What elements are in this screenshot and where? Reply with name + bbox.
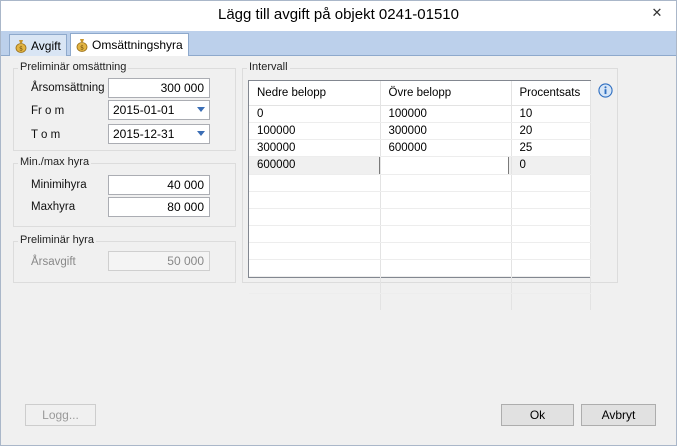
table-cell[interactable]: 0	[511, 156, 591, 175]
tab-avgift-label: Avgift	[31, 38, 61, 53]
maxhyra-label: Maxhyra	[31, 201, 76, 213]
ok-button[interactable]: Ok	[501, 404, 574, 426]
table-row-selected[interactable]: 600000 0	[249, 155, 591, 175]
table-cell[interactable]: 20	[511, 122, 591, 140]
intervall-grid[interactable]: Nedre belopp Övre belopp Procentsats 0 1…	[248, 80, 591, 310]
table-cell[interactable]: 600000	[249, 156, 381, 175]
group-preliminar-hyra-legend: Preliminär hyra	[18, 234, 96, 246]
chevron-down-icon	[197, 107, 205, 112]
money-bag-icon: $	[75, 38, 89, 52]
title-bar: Lägg till avgift på objekt 0241-01510 ✕	[1, 1, 676, 31]
info-icon[interactable]	[598, 83, 613, 98]
table-row-empty[interactable]	[249, 208, 591, 226]
table-row-empty[interactable]	[249, 259, 591, 277]
money-bag-icon: $	[14, 39, 28, 53]
arsavgift-field: 50 000	[108, 251, 210, 271]
close-button[interactable]: ✕	[642, 2, 672, 24]
table-cell[interactable]: 100000	[380, 105, 512, 123]
table-row[interactable]: 0 100000 10	[249, 105, 591, 123]
table-row-empty[interactable]	[249, 242, 591, 260]
from-label: Fr o m	[31, 105, 65, 117]
minimihyra-field[interactable]: 40 000	[108, 175, 210, 195]
chevron-down-icon	[197, 131, 205, 136]
column-header[interactable]: Övre belopp	[380, 81, 512, 106]
table-row-empty[interactable]	[249, 174, 591, 192]
window-title: Lägg till avgift på objekt 0241-01510	[217, 6, 459, 23]
table-row-empty[interactable]	[249, 191, 591, 209]
tom-label: T o m	[31, 129, 61, 141]
table-cell[interactable]: 600000	[380, 139, 512, 157]
minimihyra-label: Minimihyra	[31, 179, 87, 191]
dialog-window: Lägg till avgift på objekt 0241-01510 ✕ …	[0, 0, 677, 446]
group-intervall-legend: Intervall	[247, 61, 290, 73]
table-row[interactable]: 300000 600000 25	[249, 139, 591, 157]
table-row[interactable]: 100000 300000 20	[249, 122, 591, 140]
table-cell-editor[interactable]	[378, 155, 512, 175]
intervall-table: Nedre belopp Övre belopp Procentsats 0 1…	[249, 81, 591, 310]
arsomsattning-field[interactable]: 300 000	[108, 78, 210, 98]
svg-text:$: $	[19, 45, 23, 52]
tom-date-value: 2015-12-31	[113, 127, 175, 141]
maxhyra-field[interactable]: 80 000	[108, 197, 210, 217]
group-minmax-hyra: Min./max hyra	[13, 156, 236, 227]
tab-strip: $ Avgift $ Omsättningshyra	[1, 31, 676, 56]
arsavgift-label: Årsavgift	[31, 256, 76, 268]
group-minmax-legend: Min./max hyra	[18, 156, 92, 168]
from-date-value: 2015-01-01	[113, 103, 175, 117]
arsomsattning-label: Årsomsättning	[31, 82, 105, 94]
table-cell[interactable]: 300000	[249, 139, 381, 157]
svg-text:$: $	[80, 45, 84, 52]
table-cell[interactable]: 100000	[249, 122, 381, 140]
table-header-row: Nedre belopp Övre belopp Procentsats	[249, 81, 591, 106]
logg-button[interactable]: Logg...	[25, 404, 96, 426]
column-header[interactable]: Nedre belopp	[249, 81, 381, 106]
tab-omsattningshyra-label: Omsättningshyra	[92, 38, 183, 52]
table-cell[interactable]: 0	[249, 105, 381, 123]
tab-omsattningshyra[interactable]: $ Omsättningshyra	[70, 33, 189, 56]
table-row-empty[interactable]	[249, 225, 591, 243]
cell-edit-input[interactable]	[378, 155, 509, 175]
avbryt-button[interactable]: Avbryt	[581, 404, 656, 426]
table-cell[interactable]: 300000	[380, 122, 512, 140]
group-preliminar-omsattning-legend: Preliminär omsättning	[18, 61, 129, 73]
table-cell[interactable]: 10	[511, 105, 591, 123]
table-row-empty[interactable]	[249, 276, 591, 294]
table-row-empty[interactable]	[249, 293, 591, 310]
tab-avgift[interactable]: $ Avgift	[9, 34, 67, 56]
tom-date-picker[interactable]: 2015-12-31	[108, 124, 210, 144]
from-date-picker[interactable]: 2015-01-01	[108, 100, 210, 120]
column-header[interactable]: Procentsats	[511, 81, 591, 106]
table-cell[interactable]: 25	[511, 139, 591, 157]
